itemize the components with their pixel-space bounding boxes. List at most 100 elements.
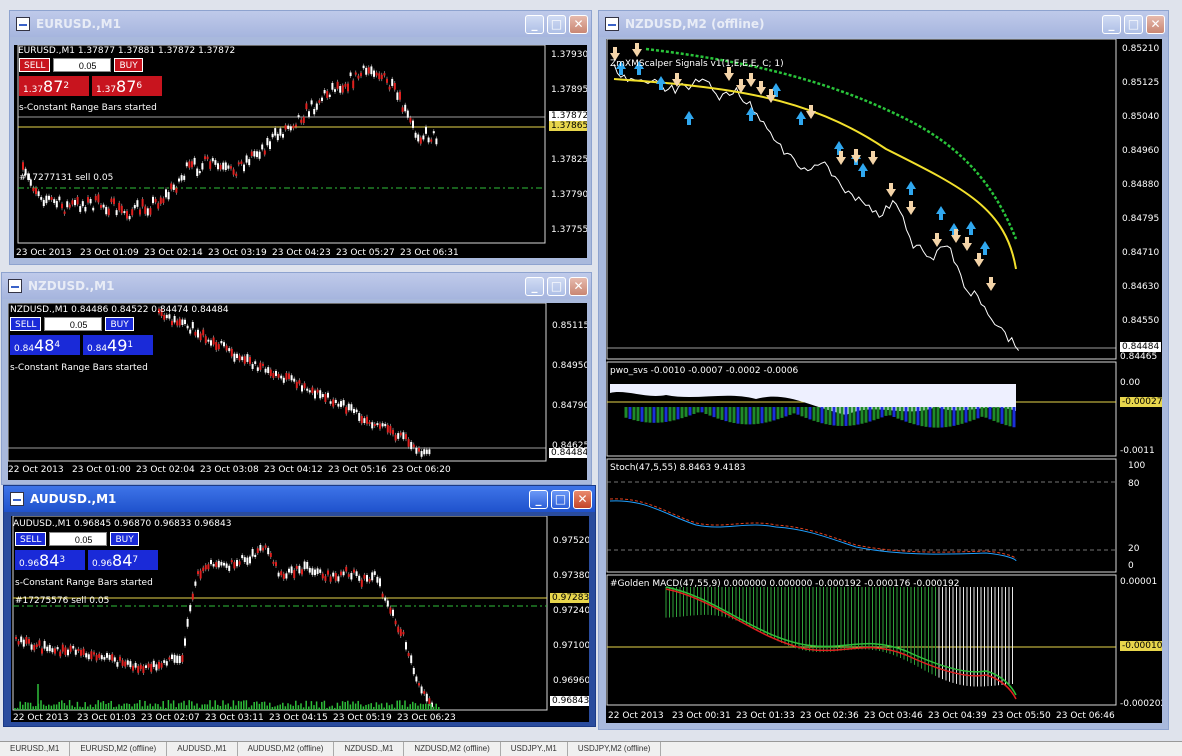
indicator-label: ZmXMScalper Signals v1(1,E,E,E, C; 1) [610,59,784,69]
chart-area[interactable]: EURUSD.,M1 1.37877 1.37881 1.37872 1.378… [14,45,587,258]
time-label: 23 Oct 04:12 [264,465,323,475]
window-titlebar[interactable]: NZDUSD.,M1 _ □ ✕ [2,273,591,299]
candle-body [230,560,233,563]
close-button[interactable]: ✕ [573,489,592,509]
price-line [613,63,1019,351]
window-audusd-m1[interactable]: AUDUSD.,M1 _ □ ✕ AUDUSD.,M1 0.96845 0.96… [3,485,596,727]
candle-body [263,150,266,155]
candle-body [111,654,114,661]
chart-info: AUDUSD.,M1 0.96845 0.96870 0.96833 0.968… [13,519,232,529]
maximize-button[interactable]: □ [547,276,566,296]
lot-size-input[interactable]: 0.05 [53,58,112,72]
candle-body [303,561,306,570]
candle-body [235,173,238,177]
candle-body [350,572,353,580]
maximize-button[interactable]: □ [547,14,566,34]
macd-level-tag: -0.00010 [1120,641,1162,651]
candle-body [81,201,84,207]
candle-body [25,637,28,644]
candle-body [349,72,352,77]
ask-price[interactable]: 1.37876 [92,76,162,96]
ask-price[interactable]: 0.96847 [88,550,158,570]
candle-body [326,91,329,98]
candle-body [352,80,355,89]
chart-tab[interactable]: NZDUSD.,M1 [334,742,405,756]
lot-size-input[interactable]: 0.05 [44,317,103,331]
price-label: 0.84710 [1122,248,1160,258]
candle-body [163,660,166,663]
candle-body [225,563,228,568]
candle-body [259,362,262,370]
candle-body [409,117,412,123]
candle-body [345,566,348,572]
candle-body [362,65,365,69]
minimize-button[interactable]: _ [1102,14,1121,34]
candle-body [64,647,67,655]
candle-body [358,413,361,421]
time-label: 23 Oct 03:11 [205,713,264,722]
sell-button[interactable]: SELL [15,532,47,546]
candle-body [420,686,423,694]
price-label: 0.97240 [553,606,589,616]
candle-body [306,561,309,569]
stoch-pane-frame [606,458,1117,573]
chart-info: NZDUSD.,M1 0.84486 0.84522 0.84474 0.844… [10,305,229,315]
candle-body [232,169,235,175]
chart-tab[interactable]: NZDUSD,M2 (offline) [404,742,501,756]
candle-body [116,662,119,667]
bid-price[interactable]: 0.84484 [10,335,80,355]
chart-tab[interactable]: EURUSD,M2 (offline) [70,742,168,756]
minimize-button[interactable]: _ [525,14,544,34]
candle-body [240,161,243,165]
lot-size-input[interactable]: 0.05 [49,532,108,546]
ask-price[interactable]: 0.84491 [83,335,153,355]
minimize-button[interactable]: _ [525,276,544,296]
window-eurusd-m1[interactable]: EURUSD.,M1 _ □ ✕ EURUSD.,M1 1.37877 1.37… [9,10,592,265]
window-nzdusd-m2[interactable]: NZDUSD,M2 (offline) _ □ ✕ ZmXMScalper Si… [598,10,1169,730]
candle-body [54,648,56,654]
candle-body [347,574,350,577]
chart-tab[interactable]: AUDUSD,M2 (offline) [238,742,335,756]
chart-area[interactable]: ZmXMScalper Signals v1(1,E,E,E, C; 1) 0.… [606,39,1162,723]
window-nzdusd-m1[interactable]: NZDUSD.,M1 _ □ ✕ NZDUSD.,M1 0.84486 0.84… [1,272,592,485]
window-titlebar[interactable]: AUDUSD.,M1 _ □ ✕ [4,486,595,512]
chart-area[interactable]: NZDUSD.,M1 0.84486 0.84522 0.84474 0.844… [8,303,587,480]
candle-body [251,364,254,369]
buy-button[interactable]: BUY [114,58,143,72]
candle-body [428,698,431,705]
window-titlebar[interactable]: NZDUSD,M2 (offline) _ □ ✕ [599,11,1168,37]
maximize-button[interactable]: □ [1124,14,1143,34]
bid-price[interactable]: 1.37872 [19,76,89,96]
chart-tab[interactable]: USDJPY.,M1 [501,742,568,756]
candle-body [236,560,238,567]
pwo-label: pwo_svs -0.0010 -0.0007 -0.0002 -0.0006 [610,366,799,376]
chart-tab[interactable]: USDJPY,M2 (offline) [568,742,662,756]
candle-body [80,649,82,656]
close-button[interactable]: ✕ [1146,14,1165,34]
buy-button[interactable]: BUY [110,532,139,546]
sell-button[interactable]: SELL [19,58,51,72]
candle-body [97,194,100,203]
time-label: 23 Oct 05:16 [328,465,387,475]
close-button[interactable]: ✕ [569,276,588,296]
candle-body [275,562,277,567]
buy-button[interactable]: BUY [105,317,134,331]
candle-body [207,564,210,570]
candle-body [415,676,418,682]
bid-price[interactable]: 0.96843 [15,550,85,570]
minimize-button[interactable]: _ [529,489,548,509]
chart-tab[interactable]: AUDUSD.,M1 [167,742,238,756]
close-button[interactable]: ✕ [569,14,588,34]
window-titlebar[interactable]: EURUSD.,M1 _ □ ✕ [10,11,591,37]
candle-body [256,151,258,158]
time-label: 23 Oct 01:00 [72,465,131,475]
chart-area[interactable]: AUDUSD.,M1 0.96845 0.96870 0.96833 0.968… [11,516,589,722]
candle-body [256,548,259,554]
sell-button[interactable]: SELL [10,317,42,331]
candle-body [92,207,95,211]
candle-body [350,404,353,411]
chart-tab[interactable]: EURUSD.,M1 [0,742,71,756]
candle-body [89,198,92,204]
maximize-button[interactable]: □ [551,489,570,509]
candle-body [185,162,188,167]
